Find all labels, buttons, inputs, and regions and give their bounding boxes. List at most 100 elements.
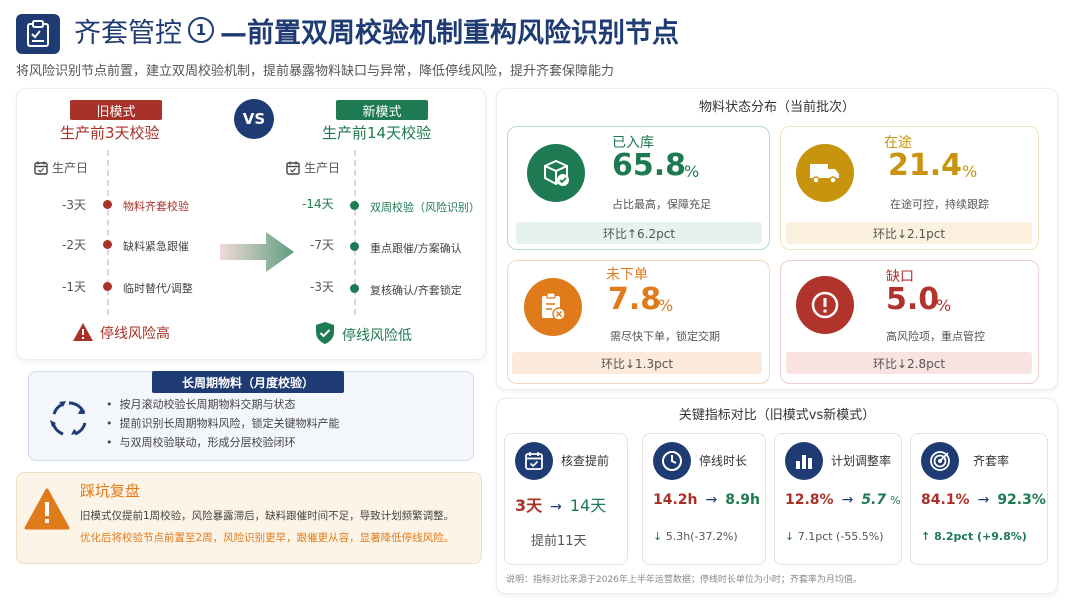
old-step-3-label: 临时替代/调整 xyxy=(123,282,193,295)
review-title: 踩坑复盘 xyxy=(80,482,141,500)
kpi-kitting-rate-new: 92.3% xyxy=(997,492,1046,508)
kpi-downtime-values: 14.2h → 8.9h xyxy=(653,492,763,508)
new-step-1-dot xyxy=(350,201,359,210)
old-step-2-day: -2天 xyxy=(62,238,86,252)
status-stocked-unit: % xyxy=(684,162,700,181)
new-production-day: 生产日 xyxy=(304,161,341,175)
arrow-right-icon: → xyxy=(841,492,854,508)
calendar-check-icon xyxy=(515,442,553,480)
old-step-2-label: 缺料紧急跟催 xyxy=(123,240,189,253)
status-not-ordered-change: 环比↓1.3pct xyxy=(512,352,762,374)
calendar-icon xyxy=(286,160,300,179)
arrow-right-icon: → xyxy=(977,492,990,508)
kpi-card-downtime: 停线时长 14.2h → 8.9h ↓ 5.3h(-37.2%) xyxy=(642,433,766,565)
new-step-2-day: -7天 xyxy=(310,238,334,252)
long-cycle-bullet-2: • 提前识别长周期物料风险，锁定关键物料产能 xyxy=(106,417,340,430)
status-not-ordered-unit: % xyxy=(658,296,674,315)
status-stocked-change: 环比↑6.2pct xyxy=(516,222,762,244)
status-stocked-value: 65.8 xyxy=(612,148,687,183)
old-production-day: 生产日 xyxy=(52,161,89,175)
old-step-1-label: 物料齐套校验 xyxy=(123,200,189,213)
calendar-icon xyxy=(34,160,48,179)
kpi-plan-adjust-values: 12.8% → 5.7 % xyxy=(785,492,901,508)
status-not-ordered-value: 7.8 xyxy=(608,282,662,317)
status-in-transit-change: 环比↓2.1pct xyxy=(786,222,1032,244)
kpi-plan-adjust-foot: ↓ 7.1pct (-55.5%) xyxy=(785,530,884,543)
status-shortage-desc: 高风险项，重点管控 xyxy=(886,330,985,343)
page-subtitle: 将风险识别节点前置，建立双周校验机制，提前暴露物料缺口与异常，降低停线风险，提升… xyxy=(16,64,615,79)
kpi-downtime-new: 8.9h xyxy=(725,492,761,508)
old-mode-subtitle: 生产前3天校验 xyxy=(60,124,160,142)
old-mode-tag: 旧模式 xyxy=(70,100,162,120)
package-check-icon xyxy=(527,144,585,202)
arrow-right-icon: → xyxy=(550,499,562,515)
shield-check-icon xyxy=(314,321,336,349)
arrow-right-icon xyxy=(220,232,294,276)
title-main: —前置双周校验机制重构风险识别节点 xyxy=(220,17,679,49)
kpi-downtime-old: 14.2h xyxy=(653,492,698,508)
kpi-plan-adjust-old: 12.8% xyxy=(785,492,834,508)
kpi-kitting-rate-old: 84.1% xyxy=(921,492,970,508)
warning-triangle-icon xyxy=(24,488,70,534)
alert-circle-icon xyxy=(796,276,854,334)
kpi-plan-adjust-new-unit: % xyxy=(890,494,901,507)
old-step-2-dot xyxy=(103,240,112,249)
refresh-cycle-icon xyxy=(46,396,92,446)
target-icon xyxy=(921,442,959,480)
status-shortage-value: 5.0 xyxy=(886,282,940,317)
warning-triangle-icon xyxy=(72,322,94,346)
kpi-check-advance-new: 14天 xyxy=(569,496,607,515)
new-step-3-day: -3天 xyxy=(310,280,334,294)
kpi-kitting-rate-values: 84.1% → 92.3% xyxy=(921,492,1047,508)
kpi-plan-adjust-name: 计划调整率 xyxy=(831,454,892,468)
old-risk-label: 停线风险高 xyxy=(100,326,170,342)
truck-icon xyxy=(796,144,854,202)
status-in-transit-desc: 在途可控，持续跟踪 xyxy=(890,198,989,211)
kpi-kitting-rate-name: 齐套率 xyxy=(973,454,1010,468)
long-cycle-bullet-1: • 按月滚动校验长周期物料交期与状态 xyxy=(106,398,296,411)
status-shortage-unit: % xyxy=(936,296,952,315)
page-title: 齐套管控 1 —前置双周校验机制重构风险识别节点 xyxy=(74,8,679,52)
kpi-card-kitting-rate: 齐套率 84.1% → 92.3% ↑ 8.2pct (+9.8%) xyxy=(910,433,1048,565)
arrow-down-icon: ↓ xyxy=(785,530,795,543)
clock-icon xyxy=(653,442,691,480)
status-not-ordered-name: 未下单 xyxy=(606,267,648,283)
status-not-ordered-desc: 需尽快下单，锁定交期 xyxy=(610,330,720,343)
old-step-1-day: -3天 xyxy=(62,198,86,212)
new-step-1-day: -14天 xyxy=(302,197,334,211)
kpi-plan-adjust-new: 5.7 xyxy=(861,492,887,508)
new-step-3-dot xyxy=(350,284,359,293)
kpi-downtime-name: 停线时长 xyxy=(699,454,748,468)
kpi-note: 说明：指标对比来源于2026年上半年运营数据；停线时长单位为小时；齐套率为月均值… xyxy=(506,575,862,585)
old-step-1-dot xyxy=(103,200,112,209)
new-mode-tag: 新模式 xyxy=(336,100,428,120)
review-line-1: 旧模式仅提前1周校验，风险暴露滞后，缺料跟催时间不足，导致计划频繁调整。 xyxy=(80,510,455,522)
kpi-title: 关键指标对比（旧模式vs新模式） xyxy=(678,408,876,423)
old-step-3-dot xyxy=(103,282,112,291)
bar-chart-icon xyxy=(785,442,823,480)
long-cycle-bullet-3: • 与双周校验联动，形成分层校验闭环 xyxy=(106,436,296,449)
clipboard-logo-icon xyxy=(16,14,60,54)
new-step-1-label: 双周校验（风险识别） xyxy=(370,201,480,214)
new-step-2-dot xyxy=(350,242,359,251)
review-line-2: 优化后将校验节点前置至2周，风险识别更早，跟催更从容，显著降低停线风险。 xyxy=(80,532,455,544)
long-cycle-title: 长周期物料（月度校验） xyxy=(152,371,344,393)
kpi-kitting-rate-foot: ↑ 8.2pct (+9.8%) xyxy=(921,530,1027,543)
status-title: 物料状态分布（当前批次） xyxy=(698,100,855,115)
status-stocked-desc: 占比最高，保障充足 xyxy=(612,198,711,211)
new-step-2-label: 重点跟催/方案确认 xyxy=(370,242,462,255)
title-number: 1 xyxy=(188,17,214,43)
kpi-check-advance-name: 核查提前 xyxy=(561,454,610,468)
kpi-card-check-advance: 核查提前 3天 → 14天 提前11天 xyxy=(504,433,628,565)
title-prefix: 齐套管控 xyxy=(74,17,182,49)
arrow-up-icon: ↑ xyxy=(921,530,931,543)
kpi-check-advance-foot: 提前11天 xyxy=(531,534,587,549)
slide: 齐套管控 1 —前置双周校验机制重构风险识别节点 将风险识别节点前置，建立双周校… xyxy=(0,0,1080,608)
kpi-downtime-foot: ↓ 5.3h(-37.2%) xyxy=(653,530,738,543)
old-step-3-day: -1天 xyxy=(62,280,86,294)
status-shortage-change: 环比↓2.8pct xyxy=(786,352,1032,374)
clipboard-x-icon xyxy=(524,278,582,336)
kpi-check-advance-values: 3天 → 14天 xyxy=(515,492,625,516)
vs-badge: VS xyxy=(234,99,274,139)
new-step-3-label: 复核确认/齐套锁定 xyxy=(370,284,462,297)
